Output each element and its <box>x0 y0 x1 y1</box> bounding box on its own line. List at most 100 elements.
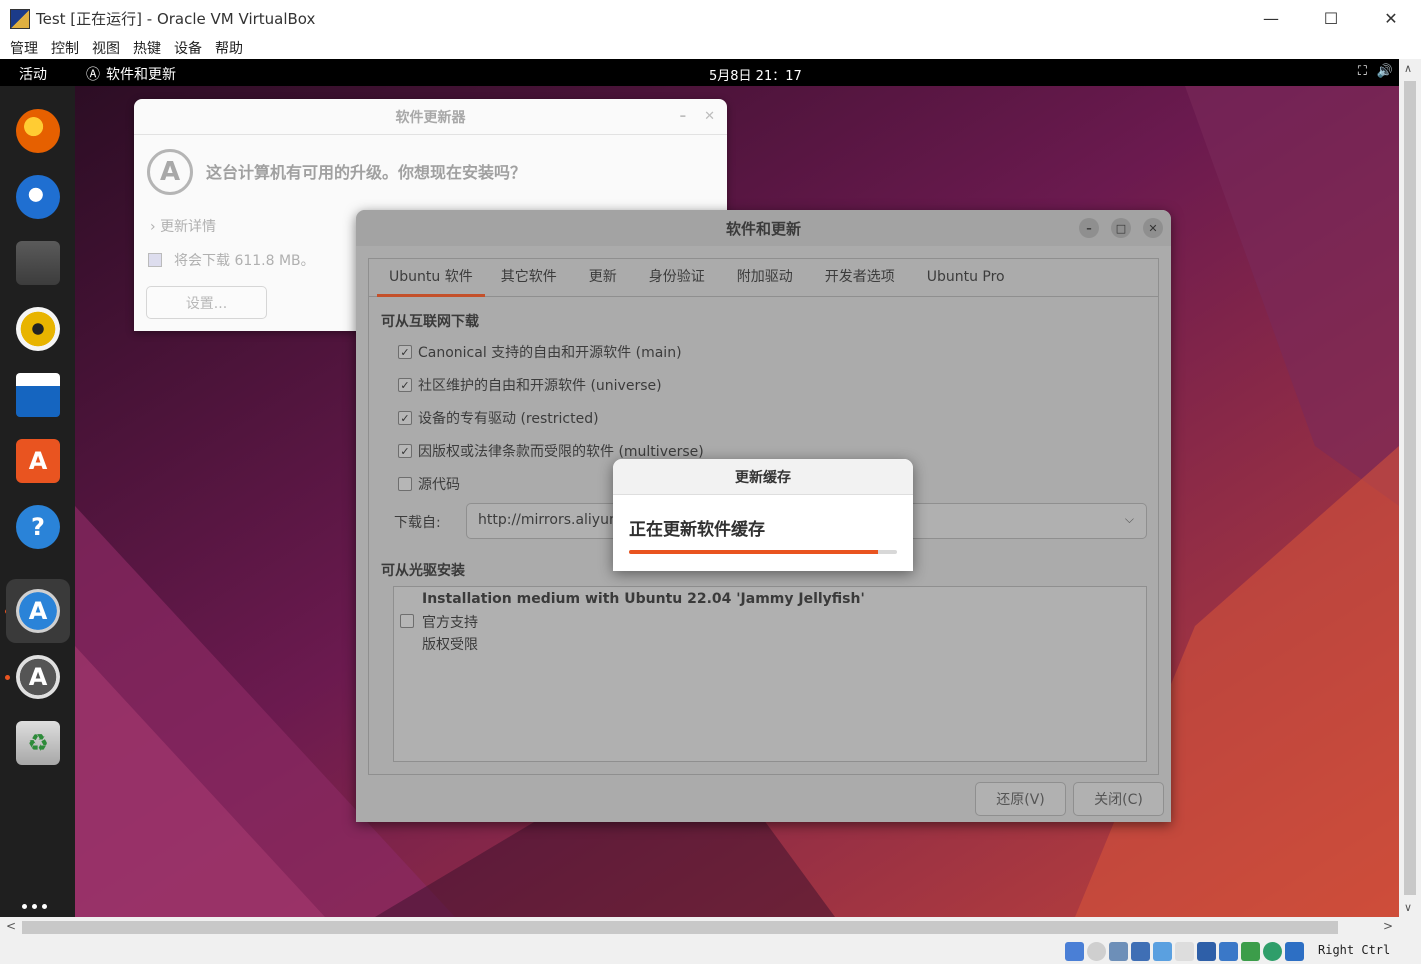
source-restricted-checkbox[interactable]: ✓ <box>398 411 412 425</box>
internet-section-heading: 可从互联网下载 <box>381 314 479 330</box>
thunderbird-icon <box>16 175 60 219</box>
source-main-row[interactable]: ✓ Canonical 支持的自由和开源软件 (main) <box>398 342 682 362</box>
download-server-value: http://mirrors.aliyun <box>478 512 618 528</box>
audio-icon[interactable] <box>1109 942 1128 961</box>
revert-button[interactable]: 还原(V) <box>975 782 1066 816</box>
source-code-checkbox[interactable] <box>398 477 412 491</box>
source-main-checkbox[interactable]: ✓ <box>398 345 412 359</box>
updater-titlebar: 软件更新器 – ✕ <box>134 99 727 135</box>
dock-software-updater[interactable]: A <box>6 645 70 709</box>
vertical-scrollbar[interactable]: ∧ ∨ <box>1399 59 1421 917</box>
menu-help[interactable]: 帮助 <box>215 38 243 58</box>
tab-additional-drivers[interactable]: 附加驱动 <box>721 259 809 297</box>
vertical-scroll-thumb[interactable] <box>1404 81 1416 895</box>
software-maximize-icon[interactable]: □ <box>1111 218 1131 238</box>
activities-button[interactable]: 活动 <box>19 64 47 84</box>
source-universe-row[interactable]: ✓ 社区维护的自由和开源软件 (universe) <box>398 375 662 395</box>
updater-logo-icon: A <box>147 149 193 195</box>
scroll-up-icon[interactable]: ∧ <box>1404 62 1412 75</box>
source-multiverse-label: 因版权或法律条款而受限的软件 (multiverse) <box>418 444 704 460</box>
optical-drive-icon[interactable] <box>1087 942 1106 961</box>
source-universe-label: 社区维护的自由和开源软件 (universe) <box>418 378 662 394</box>
dock-help[interactable]: ? <box>6 495 70 559</box>
guest-additions-icon[interactable] <box>1263 942 1282 961</box>
network-adapter-icon[interactable] <box>1131 942 1150 961</box>
menu-devices[interactable]: 设备 <box>174 38 202 58</box>
source-multiverse-row[interactable]: ✓ 因版权或法律条款而受限的软件 (multiverse) <box>398 441 704 461</box>
dock-software-updates[interactable]: A <box>6 579 70 643</box>
update-details-expander[interactable]: › 更新详情 <box>150 216 216 236</box>
close-dialog-button[interactable]: 关闭(C) <box>1073 782 1164 816</box>
shared-folders-icon[interactable] <box>1175 942 1194 961</box>
menu-control[interactable]: 控制 <box>51 38 79 58</box>
cache-progress-bar <box>629 550 897 554</box>
dock: A ? A A ♻ <box>0 86 75 917</box>
horizontal-scrollbar[interactable]: < > <box>0 917 1399 938</box>
tab-ubuntu-pro[interactable]: Ubuntu Pro <box>911 259 1021 297</box>
tab-developer-options[interactable]: 开发者选项 <box>809 259 911 297</box>
dock-writer[interactable] <box>6 363 70 427</box>
source-code-row[interactable]: 源代码 <box>398 474 460 494</box>
source-multiverse-checkbox[interactable]: ✓ <box>398 444 412 458</box>
host-titlebar: Test [正在运行] - Oracle VM VirtualBox — ☐ ✕ <box>0 0 1421 37</box>
files-icon <box>16 241 60 285</box>
keyboard-capture-icon[interactable] <box>1285 942 1304 961</box>
software-minimize-icon[interactable]: – <box>1079 218 1099 238</box>
menu-view[interactable]: 视图 <box>92 38 120 58</box>
maximize-button[interactable]: ☐ <box>1301 0 1361 37</box>
source-universe-checkbox[interactable]: ✓ <box>398 378 412 392</box>
usb-icon[interactable] <box>1153 942 1172 961</box>
cdrom-line-official: 官方支持 <box>422 615 478 631</box>
cdrom-section-heading: 可从光驱安装 <box>381 563 465 579</box>
cdrom-line-restricted: 版权受限 <box>422 637 478 653</box>
software-close-icon[interactable]: ✕ <box>1143 218 1163 238</box>
recording-icon[interactable] <box>1219 942 1238 961</box>
status-icons <box>1065 942 1304 961</box>
hard-disk-icon[interactable] <box>1065 942 1084 961</box>
download-size: 将会下载 611.8 MB。 <box>174 253 315 269</box>
horizontal-scroll-thumb[interactable] <box>22 921 1338 934</box>
dock-trash[interactable]: ♻ <box>6 711 70 775</box>
host-window-title: Test [正在运行] - Oracle VM VirtualBox <box>36 10 316 28</box>
updater-minimize-icon[interactable]: – <box>680 109 687 124</box>
cpu-icon[interactable] <box>1241 942 1260 961</box>
dock-files[interactable] <box>6 231 70 295</box>
clock[interactable]: 5月8日 21：17 <box>709 65 802 84</box>
source-restricted-row[interactable]: ✓ 设备的专有驱动 (restricted) <box>398 408 599 428</box>
dock-thunderbird[interactable] <box>6 165 70 229</box>
host-statusbar: Right Ctrl <box>0 938 1421 964</box>
system-tray[interactable]: ⛶ 🔊 <box>1358 64 1393 79</box>
menu-hotkeys[interactable]: 热键 <box>133 38 161 58</box>
scroll-right-icon[interactable]: > <box>1383 919 1393 933</box>
settings-button[interactable]: 设置... <box>146 286 267 319</box>
dock-firefox[interactable] <box>6 99 70 163</box>
ubuntu-top-bar: 活动 Ⓐ 软件和更新 5月8日 21：17 ⛶ 🔊 <box>0 59 1399 86</box>
app-center-icon: A <box>16 439 60 483</box>
menu-manage[interactable]: 管理 <box>10 38 38 58</box>
tab-updates[interactable]: 更新 <box>573 259 633 297</box>
tab-ubuntu-software[interactable]: Ubuntu 软件 <box>377 259 485 297</box>
guest-screen: 活动 Ⓐ 软件和更新 5月8日 21：17 ⛶ 🔊 A ? A A ♻ 软件更新… <box>0 59 1399 917</box>
scroll-down-icon[interactable]: ∨ <box>1404 901 1412 914</box>
dock-app-center[interactable]: A <box>6 429 70 493</box>
app-menu-label: 软件和更新 <box>106 67 176 83</box>
cdrom-checkbox[interactable] <box>400 614 414 628</box>
tab-other-software[interactable]: 其它软件 <box>485 259 573 297</box>
app-menu[interactable]: Ⓐ 软件和更新 <box>86 64 176 84</box>
libreoffice-writer-icon <box>16 373 60 417</box>
source-main-label: Canonical 支持的自由和开源软件 (main) <box>418 345 682 361</box>
scroll-left-icon[interactable]: < <box>6 919 16 933</box>
source-code-label: 源代码 <box>418 477 460 493</box>
updater-close-icon[interactable]: ✕ <box>704 109 715 124</box>
software-updates-icon: A <box>16 589 60 633</box>
tab-authentication[interactable]: 身份验证 <box>633 259 721 297</box>
software-updates-small-icon: Ⓐ <box>86 67 100 83</box>
software-window-controls: – □ ✕ <box>1079 218 1163 238</box>
close-button[interactable]: ✕ <box>1361 0 1421 37</box>
show-apps-button[interactable] <box>22 904 47 909</box>
tab-bar: Ubuntu 软件 其它软件 更新 身份验证 附加驱动 开发者选项 Ubuntu… <box>369 259 1158 297</box>
cdrom-title: Installation medium with Ubuntu 22.04 'J… <box>422 591 865 607</box>
minimize-button[interactable]: — <box>1241 0 1301 37</box>
display-icon[interactable] <box>1197 942 1216 961</box>
dock-rhythmbox[interactable] <box>6 297 70 361</box>
